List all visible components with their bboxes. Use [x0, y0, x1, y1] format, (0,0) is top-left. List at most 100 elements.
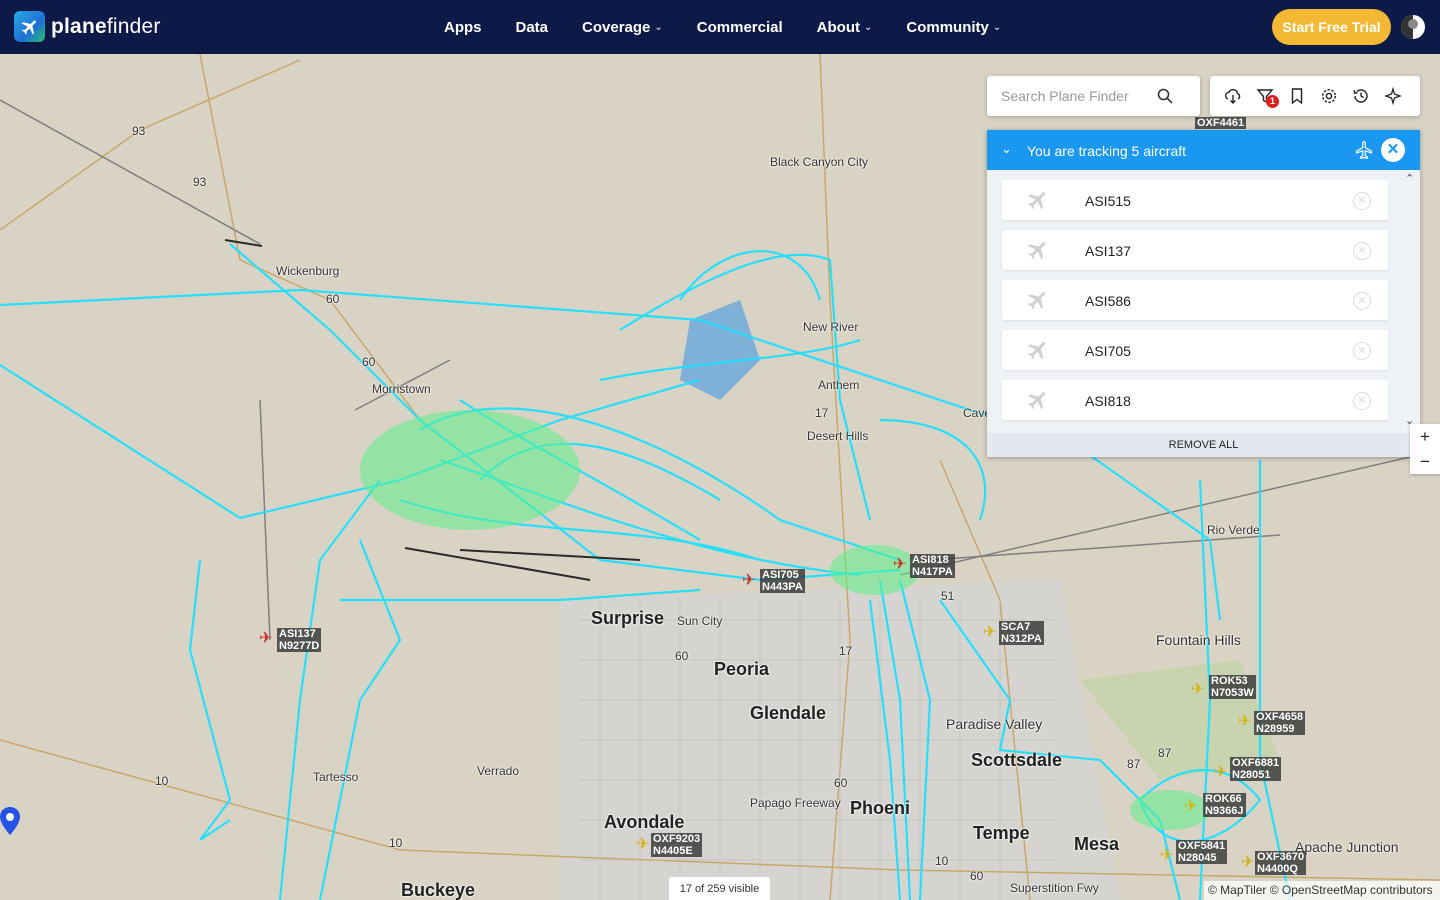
place-label: Peoria	[714, 659, 770, 679]
place-label: Fountain Hills	[1156, 632, 1241, 648]
aircraft-tag[interactable]: OXF6881 N28051	[1230, 757, 1282, 781]
zoom-out-button[interactable]: −	[1410, 449, 1440, 474]
place-label: Rio Verde	[1207, 523, 1260, 537]
aircraft-yellow-icon[interactable]: ✈	[983, 625, 996, 641]
settings-icon[interactable]	[1320, 87, 1338, 105]
nav-coverage[interactable]: Coverage ⌄	[582, 19, 663, 36]
main-nav: Apps Data Coverage ⌄ Commercial About ⌄ Co…	[444, 0, 1035, 54]
place-label: Wickenburg	[276, 264, 340, 278]
place-label: Phoeni	[850, 798, 911, 818]
place-label: Scottsdale	[971, 750, 1063, 770]
chevron-down-icon[interactable]: ⌄	[1001, 141, 1012, 157]
aircraft-tag[interactable]: SCA7 N312PA	[999, 621, 1044, 645]
user-avatar[interactable]	[1401, 15, 1425, 39]
plane-icon	[1028, 392, 1046, 410]
plane-icon	[1028, 192, 1046, 210]
remove-tracked-button[interactable]: ✕	[1353, 392, 1371, 410]
start-free-trial-button[interactable]: Start Free Trial	[1272, 9, 1391, 45]
nav-commercial[interactable]: Commercial	[697, 19, 783, 36]
place-label: Superstition Fwy	[1010, 881, 1099, 895]
route-shield: 60	[326, 292, 340, 306]
place-label: Sun City	[677, 614, 723, 628]
plane-icon	[1028, 292, 1046, 310]
remove-tracked-button[interactable]: ✕	[1353, 192, 1371, 210]
nav-data[interactable]: Data	[516, 19, 549, 36]
chevron-down-icon: ⌄	[992, 21, 1002, 33]
place-label: Paradise Valley	[946, 716, 1043, 732]
chevron-down-icon: ⌄	[863, 21, 873, 33]
remove-tracked-button[interactable]: ✕	[1353, 242, 1371, 260]
top-navigation-bar: planefinder Apps Data Coverage ⌄ Commerci…	[0, 0, 1440, 54]
tracked-callsign: ASI586	[1085, 293, 1131, 309]
place-label: Verrado	[477, 764, 520, 778]
aircraft-yellow-icon[interactable]: ✈	[1160, 848, 1173, 864]
aircraft-red-icon[interactable]: ✈	[742, 573, 755, 589]
aircraft-tag[interactable]: OXF4658 N28959	[1254, 711, 1306, 735]
aircraft-tag[interactable]: ROK53 N7053W	[1209, 675, 1256, 699]
history-icon[interactable]	[1352, 87, 1370, 105]
visible-aircraft-count: 17 of 259 visible	[669, 877, 770, 900]
zoom-control: + −	[1410, 424, 1440, 474]
map-toolbar: 1	[1210, 76, 1420, 116]
place-label: Glendale	[750, 703, 827, 723]
cloud-icon[interactable]	[1224, 87, 1242, 105]
aircraft-yellow-icon[interactable]: ✈	[1241, 855, 1254, 871]
radar-icon[interactable]	[1384, 86, 1402, 106]
remove-tracked-button[interactable]: ✕	[1353, 342, 1371, 360]
route-shield: 17	[839, 644, 853, 658]
place-label: Anthem	[818, 378, 860, 392]
aircraft-yellow-icon[interactable]: ✈	[1214, 765, 1227, 781]
planefinder-logo[interactable]: planefinder	[14, 11, 161, 42]
route-shield: 60	[362, 355, 376, 369]
aircraft-tag[interactable]: OXF5841 N28045	[1176, 840, 1228, 864]
chevron-down-icon: ⌄	[654, 21, 663, 33]
place-label: Surprise	[591, 608, 665, 628]
location-pin-icon[interactable]	[0, 807, 20, 835]
search-icon[interactable]	[1157, 88, 1173, 104]
tracked-aircraft-item[interactable]: ASI586 ✕	[1002, 280, 1388, 320]
route-shield: 10	[155, 774, 169, 788]
brand-name: planefinder	[51, 14, 161, 38]
tracking-panel: ⌄ You are tracking 5 aircraft ✕ ⌃ ASI515…	[987, 130, 1420, 457]
aircraft-tag[interactable]: ASI705 N443PA	[760, 569, 805, 593]
remove-all-button[interactable]: REMOVE ALL	[987, 433, 1420, 457]
aircraft-yellow-icon[interactable]: ✈	[1184, 799, 1197, 815]
nav-community[interactable]: Community ⌄	[906, 19, 1001, 36]
route-shield: 60	[675, 649, 689, 663]
aircraft-yellow-icon[interactable]: ✈	[1191, 682, 1204, 698]
route-shield: 10	[935, 854, 949, 868]
close-tracking-button[interactable]: ✕	[1381, 138, 1405, 162]
plane-logo-icon	[14, 11, 45, 42]
plane-outline-icon[interactable]	[1354, 140, 1374, 160]
aircraft-yellow-icon[interactable]: ✈	[636, 837, 649, 853]
aircraft-tag[interactable]: ASI818 N417PA	[910, 554, 955, 578]
filter-icon[interactable]: 1	[1256, 87, 1279, 108]
search-input[interactable]	[1001, 86, 1161, 106]
remove-tracked-button[interactable]: ✕	[1353, 292, 1371, 310]
aircraft-red-icon[interactable]: ✈	[893, 557, 906, 573]
route-shield: 17	[815, 406, 829, 420]
route-shield: 93	[193, 175, 207, 189]
tracked-aircraft-item[interactable]: ASI515 ✕	[1002, 180, 1388, 220]
plane-icon	[1028, 242, 1046, 260]
aircraft-red-icon[interactable]: ✈	[259, 631, 272, 647]
aircraft-tag[interactable]: OXF3670 N4400Q	[1255, 851, 1307, 875]
tracked-aircraft-item[interactable]: ASI705 ✕	[1002, 330, 1388, 370]
tracked-aircraft-item[interactable]: ASI818 ✕	[1002, 380, 1388, 420]
tracked-callsign: ASI705	[1085, 343, 1131, 359]
aircraft-tag[interactable]: OXF9203 N4405E	[651, 833, 703, 857]
route-shield: 10	[389, 836, 403, 850]
nav-apps[interactable]: Apps	[444, 19, 482, 36]
zoom-in-button[interactable]: +	[1410, 424, 1440, 449]
tracking-panel-header: ⌄ You are tracking 5 aircraft ✕	[987, 130, 1420, 170]
bookmark-icon[interactable]	[1288, 87, 1306, 105]
place-label: Mesa	[1074, 834, 1120, 854]
aircraft-tag[interactable]: OXF4461	[1195, 117, 1247, 129]
map-attribution[interactable]: © MapTiler © OpenStreetMap contributors	[1204, 881, 1440, 900]
aircraft-tag[interactable]: ASI137 N9277D	[277, 628, 322, 652]
chevron-up-icon[interactable]: ⌃	[1405, 172, 1414, 185]
tracked-aircraft-item[interactable]: ASI137 ✕	[1002, 230, 1388, 270]
aircraft-yellow-icon[interactable]: ✈	[1238, 714, 1251, 730]
nav-about[interactable]: About ⌄	[817, 19, 873, 36]
aircraft-tag[interactable]: ROK66 N9366J	[1203, 793, 1246, 817]
